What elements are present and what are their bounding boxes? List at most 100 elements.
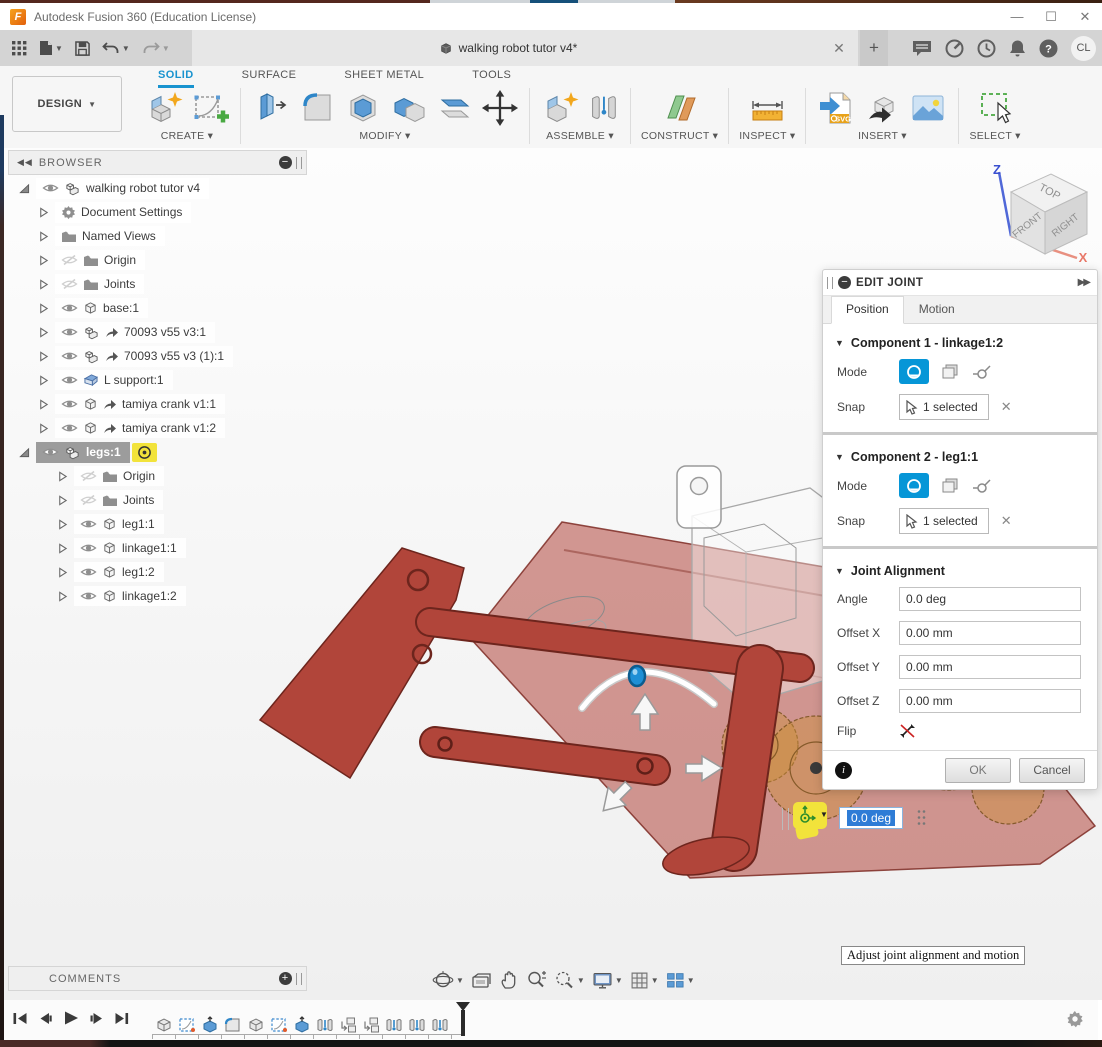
tree-item[interactable]: linkage1:1 — [74, 538, 186, 558]
step-forward-button[interactable] — [89, 1011, 105, 1026]
tree-row[interactable]: L support:1 — [8, 368, 308, 392]
expander-open-icon[interactable] — [18, 447, 31, 458]
eye-icon[interactable] — [61, 422, 78, 434]
expander-open-icon[interactable] — [18, 183, 31, 194]
job-status-icon[interactable] — [945, 39, 964, 58]
tree-item[interactable]: tamiya crank v1:2 — [55, 418, 225, 438]
expander-closed-icon[interactable] — [37, 303, 50, 314]
tab-solid[interactable]: SOLID — [158, 66, 194, 88]
redo-button[interactable]: ▼ — [138, 33, 174, 63]
display-settings-icon[interactable]: ▼ — [592, 971, 623, 990]
tree-item[interactable]: linkage1:2 — [74, 586, 186, 606]
timeline-feature-sketch-icon[interactable] — [175, 1016, 198, 1034]
press-pull-icon[interactable] — [251, 89, 291, 127]
timeline-feature-joint-icon[interactable] — [405, 1016, 428, 1034]
pan-icon[interactable] — [499, 970, 519, 990]
comments-panel-header[interactable]: COMMENTS + — [8, 966, 307, 991]
collapse-browser-icon[interactable]: ◀◀ — [17, 157, 33, 168]
eye-icon[interactable] — [61, 374, 78, 386]
tree-item[interactable]: Joints — [55, 274, 144, 294]
close-button[interactable]: ✕ — [1068, 5, 1102, 29]
tree-row[interactable]: leg1:2 — [8, 560, 308, 584]
shell-icon[interactable] — [343, 89, 383, 127]
expander-closed-icon[interactable] — [56, 567, 69, 578]
tree-item[interactable]: Origin — [74, 466, 164, 486]
eye-icon[interactable] — [61, 302, 78, 314]
mini-toolbar-grip-icon[interactable] — [782, 808, 789, 830]
tree-row[interactable]: 70093 v55 v3 (1):1 — [8, 344, 308, 368]
eye-off-icon[interactable] — [80, 470, 97, 482]
info-icon[interactable]: i — [835, 762, 852, 779]
viewports-icon[interactable]: ▼ — [666, 972, 695, 989]
ribbon-group-label[interactable]: INSPECT ▾ — [739, 130, 795, 142]
mode-simple-button[interactable] — [899, 359, 929, 384]
eye-icon[interactable] — [61, 398, 78, 410]
expander-closed-icon[interactable] — [37, 351, 50, 362]
section-collapse-icon[interactable]: ▼ — [835, 452, 844, 462]
expander-closed-icon[interactable] — [56, 495, 69, 506]
ribbon-group-label[interactable]: SELECT ▾ — [969, 130, 1020, 142]
tree-row[interactable]: Joints — [8, 272, 308, 296]
mode-two-edge-icon[interactable] — [972, 364, 992, 380]
document-tab[interactable]: walking robot tutor v4* ✕ — [192, 30, 858, 66]
new-component-icon[interactable] — [144, 89, 184, 127]
tree-item[interactable]: Joints — [74, 490, 163, 510]
insert-svg-icon[interactable]: SVG — [816, 89, 856, 127]
more-options-icon[interactable] — [917, 809, 926, 826]
component2-snap-clear-icon[interactable]: ✕ — [1001, 513, 1012, 529]
edit-joint-header[interactable]: − EDIT JOINT ▶▶ — [823, 270, 1097, 296]
browser-minimize-icon[interactable]: − — [279, 156, 292, 169]
help-icon[interactable]: ? — [1039, 39, 1058, 58]
mode-between-two-faces-icon[interactable] — [941, 477, 960, 494]
section-collapse-icon[interactable]: ▼ — [835, 566, 844, 576]
comments-grip-icon[interactable] — [296, 973, 302, 985]
tree-row[interactable]: tamiya crank v1:2 — [8, 416, 308, 440]
app-grid-icon[interactable] — [8, 33, 31, 63]
timeline-feature-extrude-icon[interactable] — [198, 1016, 221, 1034]
joint-type-dropdown-icon[interactable]: ▼ — [820, 810, 828, 819]
timeline-feature-joint-icon[interactable] — [313, 1016, 336, 1034]
timeline-feature-joint-icon[interactable] — [428, 1016, 451, 1034]
fillet-icon[interactable] — [297, 89, 337, 127]
combine-icon[interactable] — [389, 89, 429, 127]
go-to-end-button[interactable] — [114, 1011, 130, 1026]
tree-row[interactable]: Document Settings — [8, 200, 308, 224]
component1-section-header[interactable]: ▼ Component 1 - linkage1:2 — [823, 328, 1097, 354]
timeline-position-marker[interactable] — [456, 1002, 470, 1036]
grid-settings-icon[interactable]: ▼ — [630, 971, 659, 990]
offset-y-input[interactable] — [899, 655, 1081, 679]
expander-closed-icon[interactable] — [37, 207, 50, 218]
joint-icon[interactable] — [586, 89, 620, 127]
minimize-button[interactable]: — — [1000, 5, 1034, 29]
joint-angle-input[interactable]: 0.0 deg — [839, 807, 903, 829]
comments-expand-icon[interactable]: + — [279, 972, 292, 985]
browser-grip-icon[interactable] — [296, 157, 302, 169]
eye-icon[interactable] — [80, 566, 97, 578]
joint-alignment-section-header[interactable]: ▼ Joint Alignment — [823, 556, 1097, 582]
eye-icon[interactable] — [80, 542, 97, 554]
joint-type-revolute-icon[interactable] — [797, 805, 819, 827]
zoom-window-icon[interactable]: ▼ — [554, 970, 585, 990]
user-avatar[interactable]: CL — [1071, 36, 1096, 61]
timeline-feature-copy-icon[interactable] — [359, 1016, 382, 1034]
tree-item[interactable]: Named Views — [55, 226, 165, 246]
dialog-minimize-icon[interactable]: − — [838, 276, 851, 289]
look-at-icon[interactable] — [471, 971, 492, 990]
offset-x-input[interactable] — [899, 621, 1081, 645]
viewcube[interactable]: TOP FRONT RIGHT Z X — [975, 160, 1100, 268]
eye-icon[interactable] — [80, 518, 97, 530]
eye-icon[interactable] — [61, 350, 78, 362]
expander-closed-icon[interactable] — [56, 543, 69, 554]
expander-closed-icon[interactable] — [56, 471, 69, 482]
tab-sheet-metal[interactable]: SHEET METAL — [344, 66, 424, 88]
tree-row[interactable]: Origin — [8, 248, 308, 272]
zoom-icon[interactable] — [526, 970, 547, 990]
tree-item[interactable]: leg1:2 — [74, 562, 164, 582]
dialog-grip-icon[interactable] — [827, 277, 833, 289]
offset-z-input[interactable] — [899, 689, 1081, 713]
assemble-new-component-icon[interactable] — [540, 89, 580, 127]
ribbon-group-label[interactable]: CREATE ▾ — [161, 130, 213, 142]
tree-row[interactable]: 70093 v55 v3:1 — [8, 320, 308, 344]
ok-button[interactable]: OK — [945, 758, 1011, 783]
eye-icon[interactable] — [42, 182, 59, 194]
